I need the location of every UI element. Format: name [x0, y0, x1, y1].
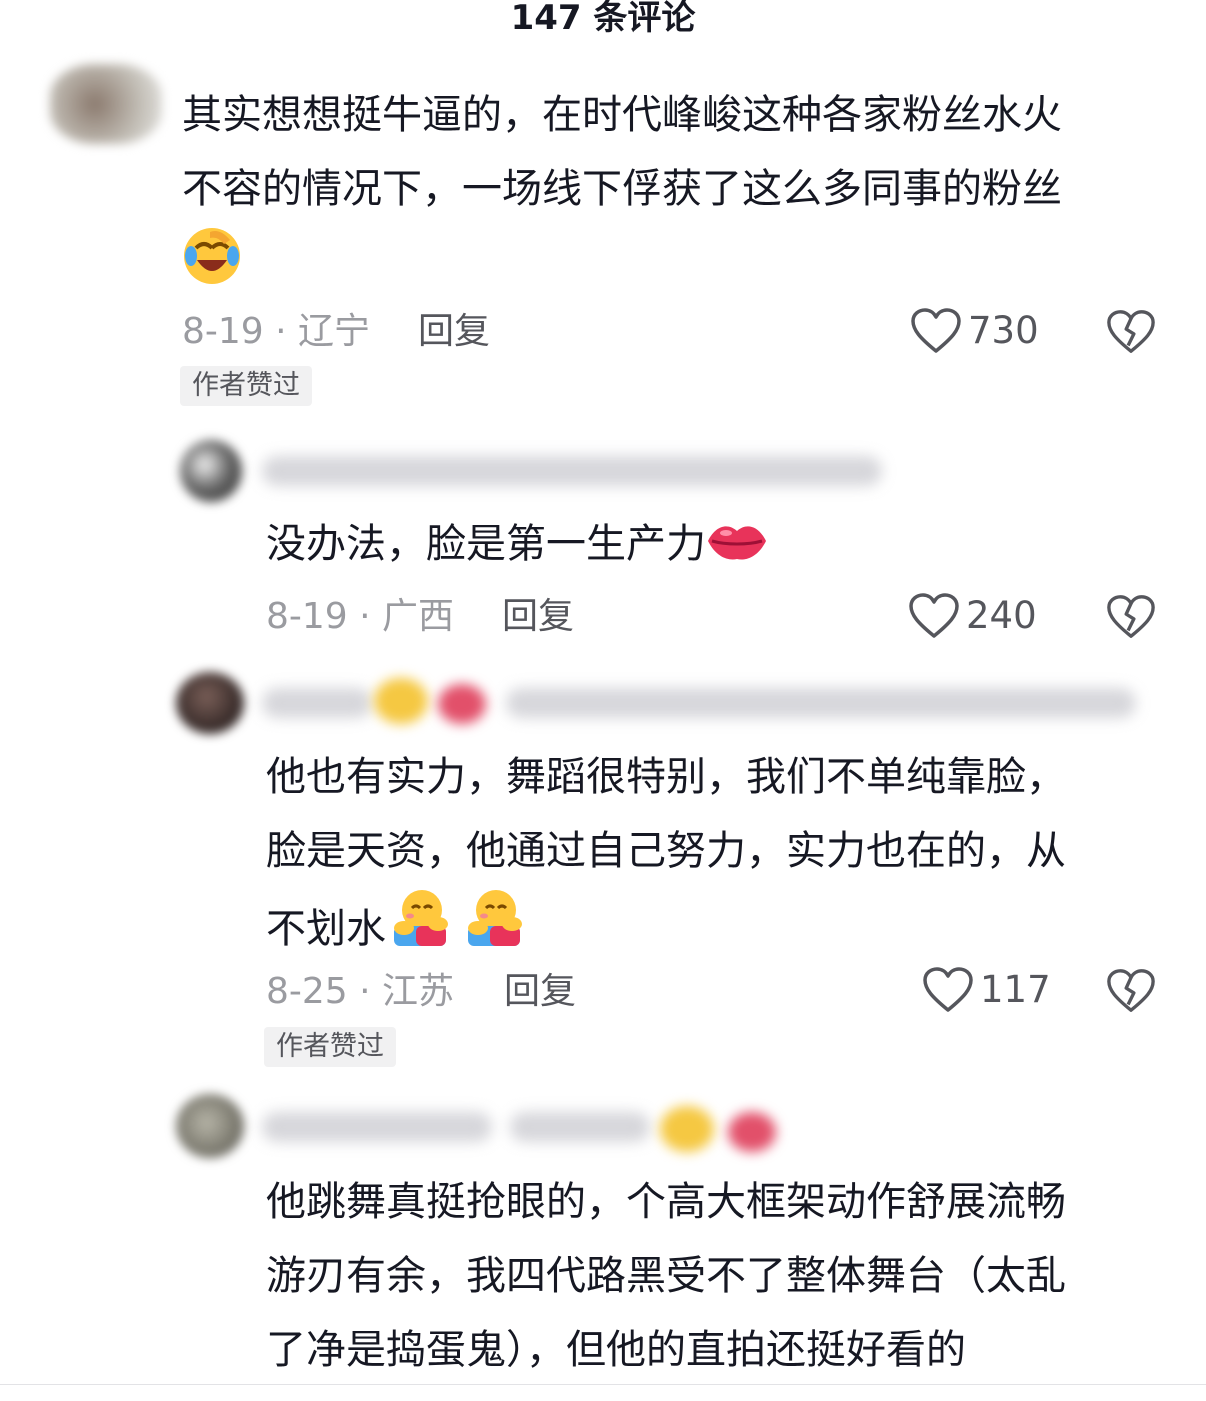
- username[interactable]: [262, 1112, 492, 1142]
- avatar[interactable]: [176, 1094, 244, 1158]
- reply-button[interactable]: 回复: [502, 597, 574, 637]
- author-liked-badge: 作者赞过: [180, 366, 312, 406]
- divider: [0, 1384, 1206, 1385]
- like-count: 240: [966, 594, 1037, 637]
- blurred-badge-icon: [438, 684, 486, 724]
- like-count: 117: [980, 968, 1051, 1011]
- laughing-crying-emoji: [182, 226, 242, 310]
- reply-button[interactable]: 回复: [418, 312, 490, 352]
- username[interactable]: [262, 456, 882, 486]
- heart-icon: [908, 593, 960, 639]
- comment-text: 没办法，脸是第一生产力: [266, 507, 1166, 587]
- comment-text: 他跳舞真挺抢眼的，个高大框架动作舒展流畅 游刃有余，我四代路黑受不了整体舞台（太…: [266, 1179, 1066, 1373]
- comment-text: 他也有实力，舞蹈很特别，我们不单纯靠脸， 脸是天资，他通过自己努力，实力也在的，…: [266, 740, 1166, 972]
- avatar[interactable]: [180, 440, 242, 502]
- comment-date-location: 8-19 · 辽宁: [182, 311, 371, 352]
- lips-emoji: [706, 513, 768, 587]
- like-button[interactable]: 240: [908, 593, 1037, 639]
- broken-heart-icon: [1106, 595, 1156, 644]
- comment-date-location: 8-19 · 广西: [266, 596, 455, 637]
- like-count: 730: [968, 309, 1039, 352]
- heart-icon: [910, 308, 962, 354]
- heart-icon: [922, 967, 974, 1013]
- dislike-button[interactable]: [1106, 309, 1156, 359]
- avatar[interactable]: [176, 672, 244, 734]
- blurred-badge-icon: [728, 1112, 776, 1152]
- like-button[interactable]: 117: [922, 967, 1051, 1013]
- dislike-button[interactable]: [1106, 594, 1156, 644]
- blurred-badge-icon: [374, 678, 428, 724]
- hug-emoji: [460, 888, 526, 972]
- comment-date-location: 8-25 · 江苏: [266, 971, 455, 1012]
- comment-text: 其实想想挺牛逼的，在时代峰峻这种各家粉丝水火 不容的情况下，一场线下俘获了这么多…: [182, 78, 1172, 310]
- reply-target-name[interactable]: [506, 688, 1136, 718]
- like-button[interactable]: 730: [910, 308, 1039, 354]
- username[interactable]: [262, 688, 372, 718]
- dislike-button[interactable]: [1106, 968, 1156, 1018]
- reply-button[interactable]: 回复: [504, 972, 576, 1012]
- blurred-badge-icon: [660, 1106, 714, 1152]
- broken-heart-icon: [1106, 310, 1156, 359]
- hug-emoji: [386, 888, 452, 972]
- avatar[interactable]: [50, 64, 162, 144]
- comments-header: 147 条评论: [510, 0, 696, 38]
- author-liked-badge: 作者赞过: [264, 1027, 396, 1067]
- broken-heart-icon: [1106, 969, 1156, 1018]
- reply-target-name[interactable]: [510, 1112, 650, 1142]
